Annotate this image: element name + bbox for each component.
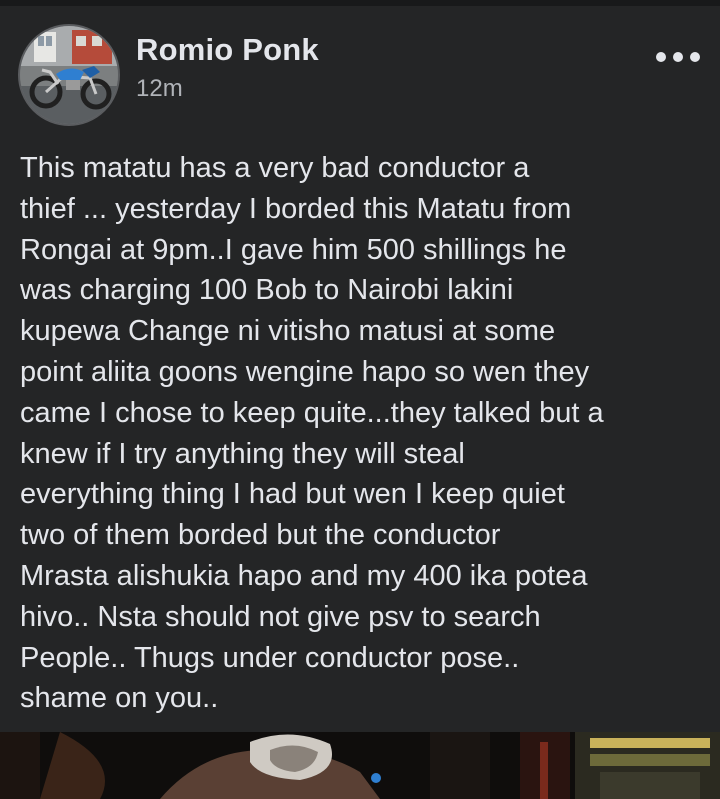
author-name[interactable]: Romio Ponk [136, 32, 319, 68]
avatar-motorbike-photo [20, 26, 118, 124]
more-horizontal-icon [656, 52, 666, 62]
top-divider [0, 0, 720, 6]
facebook-post: Romio Ponk 12m This matatu has a very ba… [0, 0, 720, 799]
more-horizontal-icon-dot-3 [690, 52, 700, 62]
post-text: This matatu has a very bad conductor a t… [20, 152, 604, 715]
more-horizontal-icon-dot-2 [673, 52, 683, 62]
post-photo[interactable] [0, 732, 720, 799]
author-avatar[interactable] [18, 24, 120, 126]
post-timestamp[interactable]: 12m [136, 75, 183, 103]
more-options-button[interactable] [656, 42, 700, 72]
post-photo-preview [0, 732, 720, 799]
post-header: Romio Ponk 12m [18, 24, 702, 128]
